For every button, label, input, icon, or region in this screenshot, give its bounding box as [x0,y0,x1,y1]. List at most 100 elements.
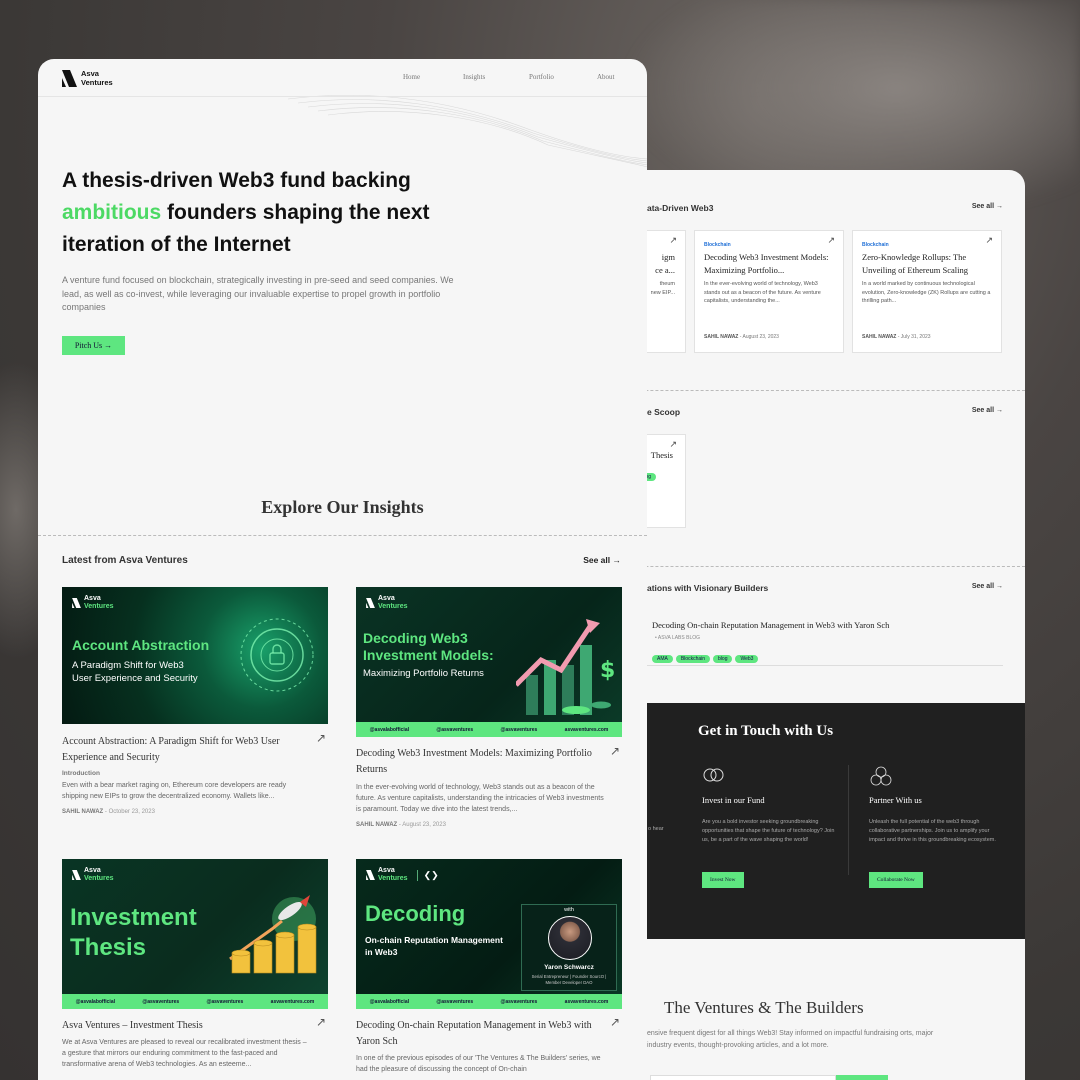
article-thumbnail: Asva Ventures ❮❯ Decoding On-chain Reputat… [356,859,622,1009]
brand-name-line1: Asva [81,69,99,78]
newsletter-desc: ensive frequent digest for all things We… [647,1030,934,1049]
rocket-coins-illustration [229,895,317,974]
hero-title: A thesis-driven Web3 fund backing ambiti… [62,169,430,256]
card-tag: Blockchain [862,242,889,248]
see-all-link[interactable]: See all → [583,555,621,565]
thumb-title: Account Abstraction [72,637,210,653]
article-thumbnail: Asva Ventures Investment Thesis @asvalabo… [62,859,328,1009]
card-title[interactable]: Decoding On-chain Reputation Management … [356,1018,596,1050]
guest-name: Yaron Schwarcz [544,964,594,971]
asva-logo-icon [62,69,77,87]
lock-target-icon [240,618,314,692]
arrow-up-right-icon[interactable]: ↗ [316,1015,326,1029]
divider [647,665,1003,666]
article-card[interactable]: ↗ Blockchain Decoding Web3 Investment Mo… [694,230,844,353]
arrow-up-right-icon[interactable]: ↗ [316,731,326,745]
arrow-up-right-icon: ↗ [669,235,677,245]
growth-chart-illustration: $ [516,619,615,715]
card-author: SAHIL NAWAZ - July 31, 2023 [862,334,931,340]
email-input[interactable] [650,1075,836,1080]
with-label: with [564,907,574,913]
section-heading-scoop: e Scoop [647,407,681,417]
contact-title: Get in Touch with Us [698,723,834,739]
card-title[interactable]: Asva Ventures – Investment Thesis [62,1018,302,1034]
card-desc: In one of the previous episodes of our '… [356,1055,601,1073]
tag-pill: AMA [652,655,673,663]
card-desc: In a world marked by continuous technolo… [862,281,991,304]
card-author: SAHIL NAWAZ - August 23, 2023 [704,334,779,340]
see-all-link[interactable]: See all → [972,203,1003,210]
article-thumbnail: Asva Ventures Decoding Web3 Investment Mo… [356,587,622,737]
card-desc: Even with a bear market raging on, Ether… [62,782,287,800]
thumb-subtitle: A Paradigm Shift for Web3 User Experienc… [72,660,198,684]
card-author: SAHIL NAWAZ - August 23, 2023 [356,822,446,828]
card-desc: We at Asva Ventures are pleased to revea… [62,1039,307,1068]
card-title: Zero-Knowledge Rollups: The Unveiling of… [862,252,968,275]
thumb-title: Investment Thesis [70,904,197,961]
collaborate-now-button[interactable]: Collaborate Now [869,872,923,888]
newsletter-title: The Ventures & The Builders [664,998,864,1017]
card-author: SAHIL NAWAZ - October 23, 2023 [62,809,155,815]
episode-source: • ASVA LABS BLOG [655,635,701,641]
column-divider [848,765,849,875]
svg-text:$: $ [600,658,615,683]
see-all-link[interactable]: See all → [972,583,1003,590]
card-title: Thesis [650,450,673,460]
nav-insights[interactable]: Insights [463,73,485,81]
invest-now-button[interactable]: Invest Now [702,872,744,888]
tag-pill: blog [713,655,733,663]
article-card[interactable]: Asva Ventures ❮❯ Decoding On-chain Reputat… [356,859,622,1080]
card-title[interactable]: Decoding Web3 Investment Models: Maximiz… [356,746,596,778]
card-title: Decoding Web3 Investment Models: Maximiz… [704,252,829,275]
arrow-up-right-icon: ↗ [985,235,993,245]
divider [38,535,647,536]
cut-off-text: o hear [648,826,664,832]
invest-desc: Are you a bold investor seeking groundbr… [702,819,835,843]
card-title: igm ce a... [655,252,675,275]
nav-home[interactable]: Home [403,73,420,81]
section-heading-data-driven: ata-Driven Web3 [647,203,714,213]
nav-portfolio[interactable]: Portfolio [529,73,554,81]
arrow-up-right-icon[interactable]: ↗ [610,1015,620,1029]
social-bar: @asvalabofficial @asvaventures @asvaventur… [356,722,622,737]
thumb-subtitle: Maximizing Portfolio Returns [363,668,484,679]
article-card[interactable]: ↗ Blockchain Zero-Knowledge Rollups: The… [852,230,1002,353]
thumb-title: Decoding Web3 Investment Models: [363,630,494,663]
episode-tags: AMA Blockchain blog Web3 [652,647,761,665]
thumb-subtitle: On-chain Reputation Management in Web3 [365,935,503,957]
card-desc: theum new EIP... [650,281,675,296]
card-tag: Blockchain [704,242,731,248]
latest-label: Latest from Asva Ventures [62,555,188,566]
episode-title[interactable]: Decoding On-chain Reputation Management … [652,620,889,630]
tag-pill: Blockchain [675,655,711,663]
arrow-up-right-icon[interactable]: ↗ [610,744,620,758]
guest-role: Serial Entrepreneur | Founder SourcO | M… [531,974,607,985]
pitch-us-button[interactable]: Pitch Us → [62,336,125,355]
article-card[interactable]: Asva Ventures Investment Thesis @asvalabo… [62,859,328,1080]
rings-icon [703,768,724,782]
article-thumbnail: Asva Ventures Account Abstraction A Parad… [62,587,328,724]
article-card[interactable]: Asva Ventures Decoding Web3 Investment Mo… [356,587,622,847]
card-desc: In the ever-evolving world of technology… [356,784,604,813]
partner-logo-icon: ❮❯ [416,869,439,881]
main-page-window: Asva Ventures Home Insights Portfolio Abo… [38,59,647,1080]
partner-title: Partner With us [869,795,922,805]
top-nav: Asva Ventures Home Insights Portfolio Abo… [38,59,647,97]
guest-avatar [548,916,592,960]
subscribe-button[interactable] [836,1075,888,1080]
arrow-up-right-icon: ↗ [827,235,835,245]
tag-pill: Web3 [735,655,759,663]
brand-name-line2: Ventures [81,78,113,87]
triangle-knot-icon [870,766,892,786]
article-card[interactable]: Asva Ventures Account Abstraction A Parad… [62,587,328,847]
thumb-title: Decoding [365,901,466,926]
see-all-link[interactable]: See all → [972,407,1003,414]
partner-desc: Unleash the full potential of the web3 t… [869,819,996,843]
card-intro-label: Introduction [62,770,100,777]
card-title[interactable]: Account Abstraction: A Paradigm Shift fo… [62,734,302,766]
brand-logo[interactable]: Asva Ventures [62,69,113,87]
section-heading-builders: ations with Visionary Builders [647,583,769,593]
nav-about[interactable]: About [597,73,615,81]
card-desc: In the ever-evolving world of technology… [704,281,821,304]
social-bar: @asvalabofficial @asvaventures @asvaventur… [356,994,622,1009]
